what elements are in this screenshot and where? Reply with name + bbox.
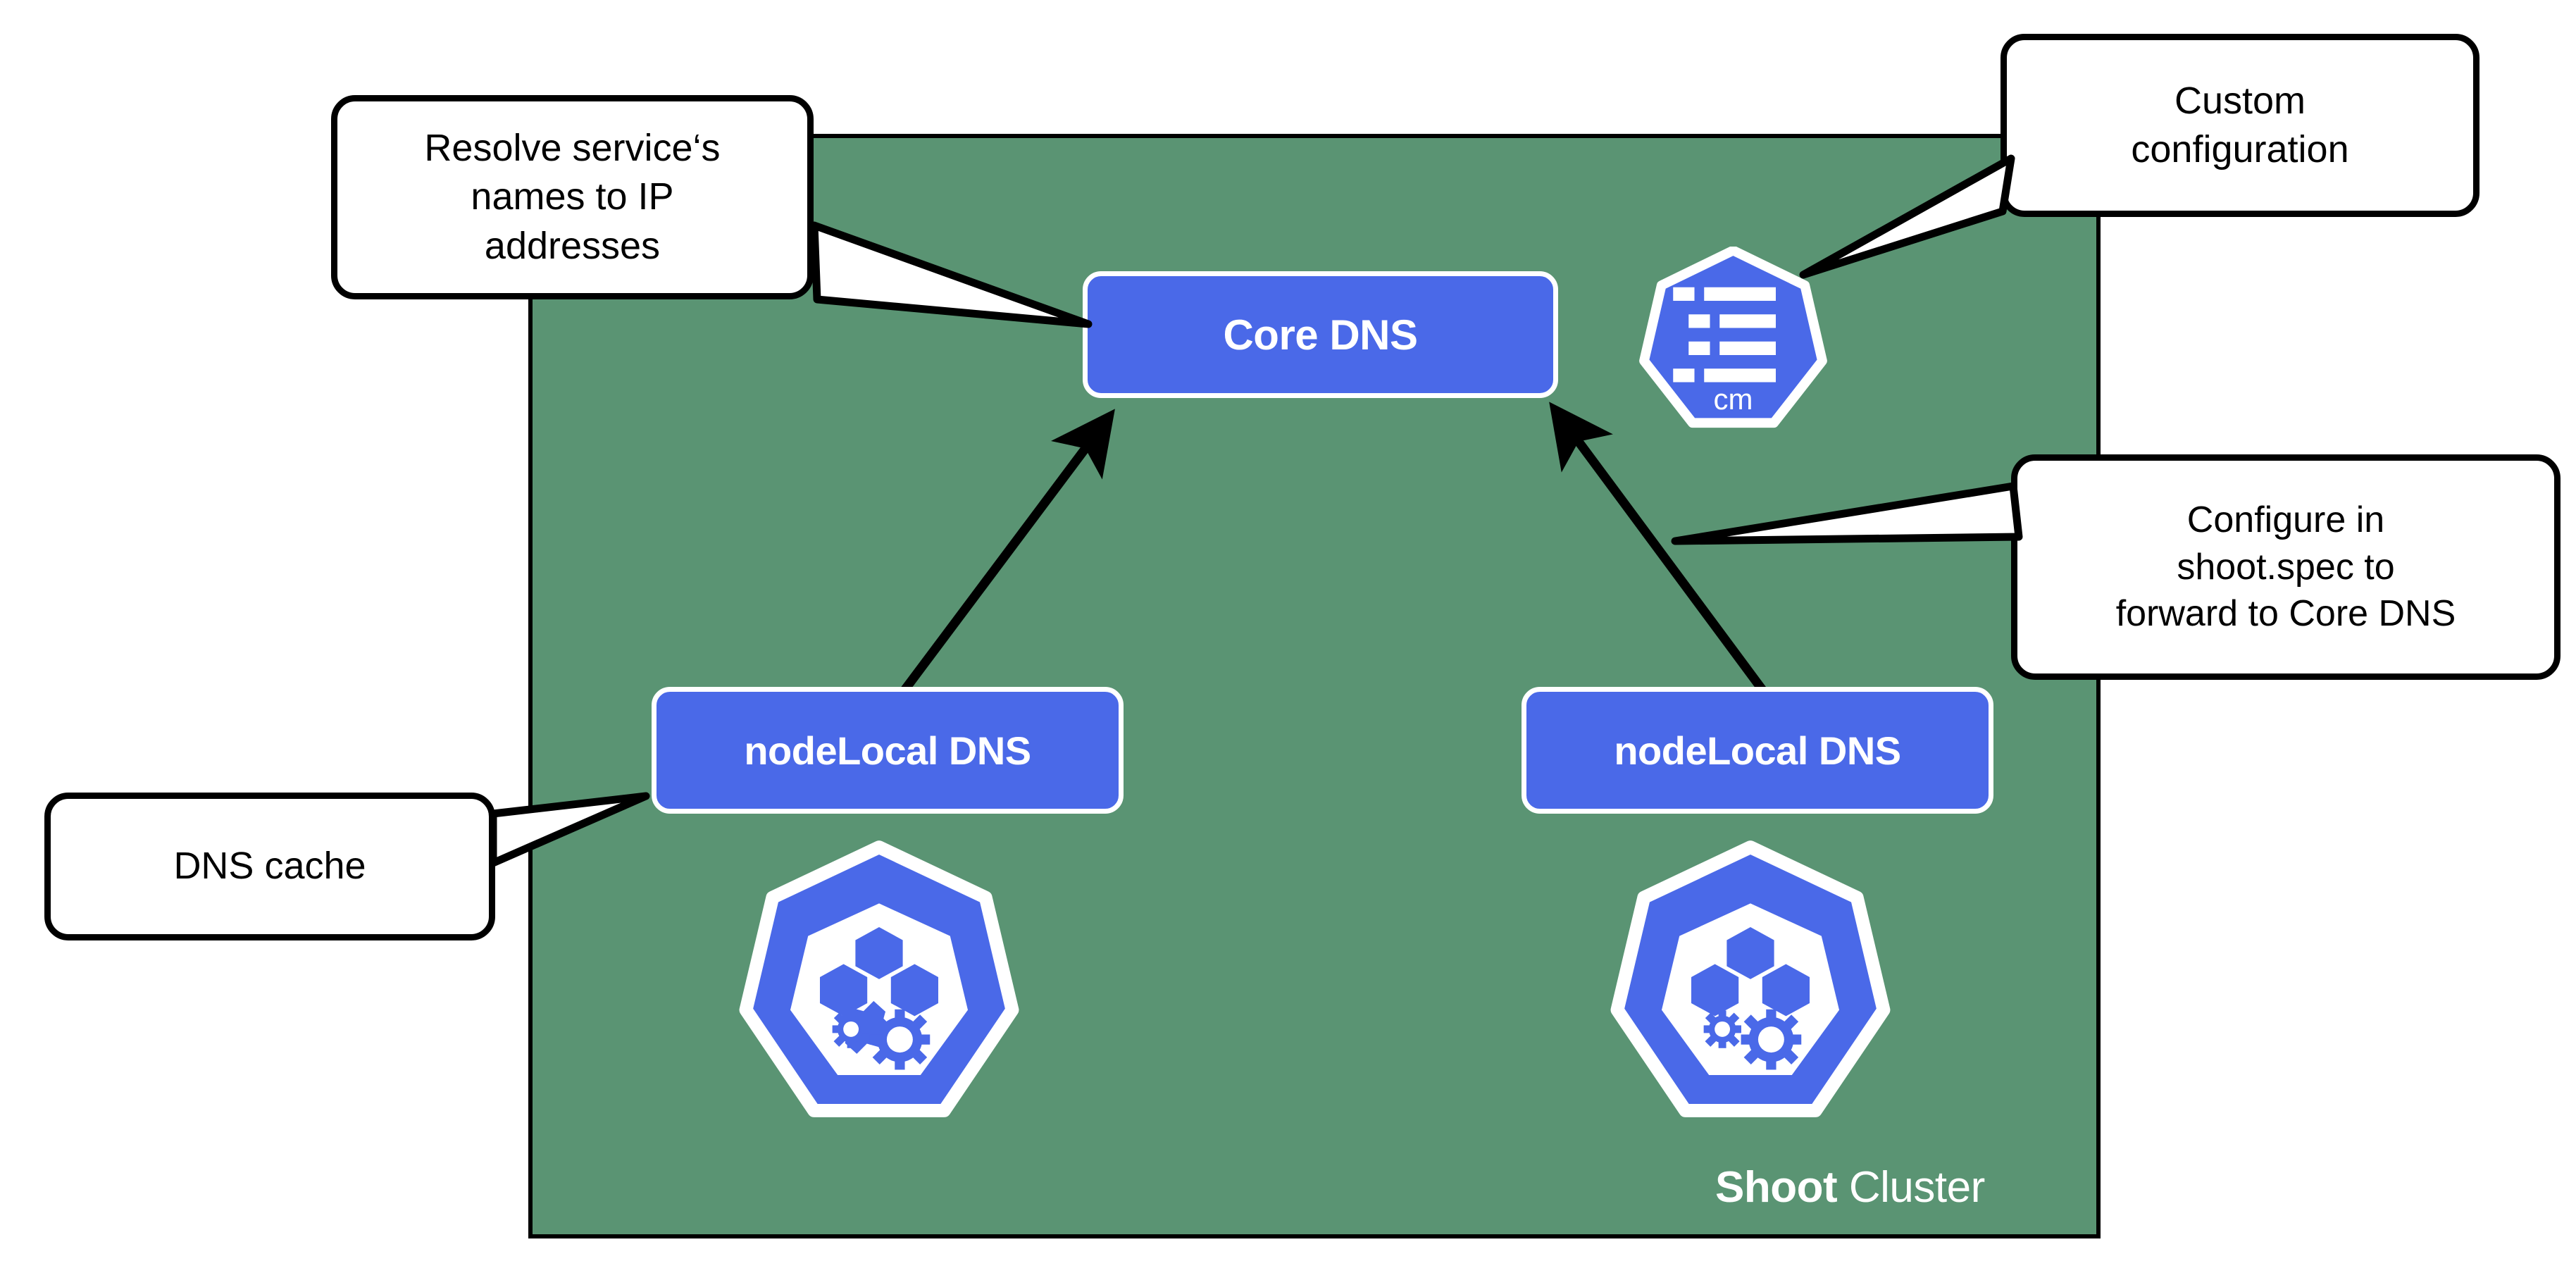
configmap-icon[interactable]: cm [1633,245,1834,440]
kubernetes-node-icon-right[interactable] [1585,838,1916,1134]
callout-configure-shoot-line-2: shoot.spec to [2177,546,2395,588]
node-core-dns-label: Core DNS [1223,311,1418,359]
kubernetes-node-icon-right-glyph [1610,840,1891,1117]
callout-configure-shoot-line-1: Configure in [2186,499,2385,541]
callout-custom-configuration[interactable]: Custom configuration [2001,34,2479,217]
configmap-icon-sublabel: cm [1713,383,1753,416]
node-nodelocal-dns-left[interactable]: nodeLocal DNS [652,687,1124,814]
callout-custom-config-line-1: Custom [2174,79,2306,122]
callout-dns-cache[interactable]: DNS cache [44,793,495,940]
node-nodelocal-dns-right-label: nodeLocal DNS [1614,728,1901,773]
callout-configure-shoot-line-3: forward to Core DNS [2115,593,2456,635]
callout-resolve-line-3: addresses [484,224,661,267]
node-nodelocal-dns-left-label: nodeLocal DNS [744,728,1031,773]
callout-custom-config-line-2: configuration [2131,128,2349,170]
shoot-cluster-label: Shoot Cluster [1715,1166,1985,1210]
callout-resolve-line-1: Resolve service‘s [424,127,721,170]
callout-resolve-line-2: names to IP [471,175,674,218]
shoot-cluster-label-bold: Shoot [1715,1163,1838,1212]
node-core-dns[interactable]: Core DNS [1083,271,1558,398]
kubernetes-node-icon-left-glyph [739,840,1019,1117]
diagram-canvas: Core DNS cm nodeLocal DNS nodeLocal DNS [0,0,2576,1273]
callout-configure-shoot-spec[interactable]: Configure in shoot.spec to forward to Co… [2011,454,2561,680]
node-nodelocal-dns-right[interactable]: nodeLocal DNS [1522,687,1993,814]
kubernetes-node-icon-left[interactable] [714,838,1045,1134]
callout-resolve-service-names[interactable]: Resolve service‘s names to IP addresses [331,95,814,299]
shoot-cluster-label-regular: Cluster [1837,1163,1985,1212]
callout-dns-cache-line-1: DNS cache [173,845,366,888]
